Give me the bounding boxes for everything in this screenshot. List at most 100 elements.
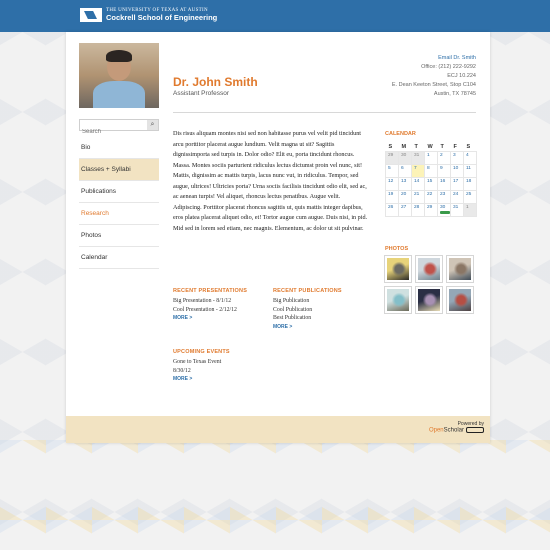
calendar-day[interactable]: 26 <box>385 202 399 217</box>
background-hex-pattern <box>0 440 550 550</box>
calendar-day[interactable]: 7 <box>411 163 425 178</box>
photo-shirt <box>93 81 145 108</box>
profile-card: ⌕ Bio Classes + Syllabi Publications Res… <box>66 32 490 443</box>
calendar-day[interactable]: 4 <box>463 150 477 165</box>
calendar-day[interactable]: 13 <box>398 176 412 191</box>
bio-text: Dis risus aliquam montes nisi sed non ha… <box>173 130 368 232</box>
calendar-day[interactable]: 20 <box>398 189 412 204</box>
calendar-day[interactable]: 1 <box>463 202 477 217</box>
sidebar-item-research[interactable]: Research <box>79 203 159 225</box>
logo-icon <box>80 8 102 22</box>
list-item[interactable]: Big Publication <box>273 297 368 306</box>
logo-text: THE UNIVERSITY OF TEXAS AT AUSTIN Cockre… <box>106 8 217 22</box>
profile-name: Dr. John Smith <box>173 75 258 89</box>
sidebar-item-classes[interactable]: Classes + Syllabi <box>79 159 159 181</box>
calendar-day[interactable]: 6 <box>398 163 412 178</box>
calendar-event-marker[interactable] <box>440 210 450 214</box>
search-input[interactable] <box>80 127 146 137</box>
list-item[interactable]: Cool Presentation - 2/12/12 <box>173 306 268 315</box>
calendar-day[interactable]: 17 <box>450 176 464 191</box>
calendar-day[interactable]: 23 <box>437 189 451 204</box>
calendar-day[interactable]: 15 <box>424 176 438 191</box>
sidebar-item-photos[interactable]: Photos <box>79 225 159 247</box>
recent-presentations: RECENT PRESENTATIONS Big Presentation - … <box>173 288 268 321</box>
calendar-week: 5 6 7 8 9 10 11 <box>385 163 477 178</box>
calendar-body: 29 30 31 1 2 3 4 5 6 7 8 9 10 11 12 13 14 15 16 17 18 19 20 21 2… <box>385 150 477 217</box>
sidebar-nav: Bio Classes + Syllabi Publications Resea… <box>79 137 159 269</box>
powered-by-openscholar[interactable]: Powered by OpenScholar <box>429 422 484 434</box>
calendar-heading: CALENDAR <box>385 131 416 137</box>
calendar-day[interactable]: 3 <box>450 150 464 165</box>
day-header: F <box>453 143 457 150</box>
calendar-widget: S M T W T F S 29 30 31 1 2 3 4 5 6 7 8 9 10 11 12 13 14 1… <box>385 143 477 217</box>
list-item[interactable]: Best Publication <box>273 314 368 323</box>
calendar-day[interactable]: 30 <box>437 202 451 217</box>
photo-thumb[interactable] <box>447 256 473 282</box>
list-item[interactable]: Gone to Texas Event <box>173 358 268 367</box>
calendar-day[interactable]: 21 <box>411 189 425 204</box>
calendar-day[interactable]: 10 <box>450 163 464 178</box>
calendar-day[interactable]: 18 <box>463 176 477 191</box>
profile-title: Assistant Professor <box>173 90 229 97</box>
calendar-week: 19 20 21 22 23 24 25 <box>385 189 477 204</box>
office-phone: Office: (212) 222-9292 <box>421 64 476 70</box>
list-item: 8/30/12 <box>173 367 191 374</box>
calendar-day[interactable]: 5 <box>385 163 399 178</box>
calendar-day[interactable]: 30 <box>398 150 412 165</box>
calendar-day[interactable]: 14 <box>411 176 425 191</box>
calendar-day[interactable]: 25 <box>463 189 477 204</box>
calendar-day[interactable]: 12 <box>385 176 399 191</box>
more-link[interactable]: MORE > <box>273 324 368 330</box>
calendar-day[interactable]: 22 <box>424 189 438 204</box>
search-box: ⌕ <box>79 119 159 137</box>
calendar-day[interactable]: 11 <box>463 163 477 178</box>
calendar-day[interactable]: 24 <box>450 189 464 204</box>
email-link[interactable]: Email Dr. Smith <box>392 54 476 63</box>
calendar-day[interactable]: 28 <box>411 202 425 217</box>
calendar-day[interactable]: 29 <box>424 202 438 217</box>
calendar-day[interactable]: 2 <box>437 150 451 165</box>
calendar-day[interactable]: 31 <box>450 202 464 217</box>
photo-thumb[interactable] <box>416 256 442 282</box>
list-item[interactable]: Big Presentation - 8/1/12 <box>173 297 268 306</box>
sidebar-item-calendar[interactable]: Calendar <box>79 247 159 269</box>
day-header: W <box>427 143 433 150</box>
header-divider <box>173 112 476 113</box>
list-item[interactable]: Cool Publication <box>273 306 368 315</box>
ut-logo[interactable]: THE UNIVERSITY OF TEXAS AT AUSTIN Cockre… <box>80 8 217 22</box>
recent-presentations-heading: RECENT PRESENTATIONS <box>173 288 248 294</box>
upcoming-events: UPCOMING EVENTS Gone to Texas Event 8/30… <box>173 349 268 382</box>
search-icon[interactable]: ⌕ <box>147 120 158 130</box>
street-address: E. Dean Keeton Street, Stop C104 <box>391 82 476 88</box>
more-link[interactable]: MORE > <box>173 376 268 382</box>
photo-thumb[interactable] <box>385 287 411 313</box>
photo-grid <box>385 256 477 313</box>
calendar-day[interactable]: 27 <box>398 202 412 217</box>
office-room: ECJ 10.224 <box>447 73 476 79</box>
sidebar-item-bio[interactable]: Bio <box>79 137 159 159</box>
photo-thumb[interactable] <box>416 287 442 313</box>
day-header: M <box>401 143 407 150</box>
city-address: Austin, TX 78745 <box>433 91 476 97</box>
calendar-day[interactable]: 19 <box>385 189 399 204</box>
day-header: T <box>440 143 444 150</box>
photo-thumb[interactable] <box>447 287 473 313</box>
footer: Powered by OpenScholar <box>66 416 490 443</box>
photo-thumb[interactable] <box>385 256 411 282</box>
day-header: S <box>388 143 393 150</box>
photo-hair <box>106 50 132 62</box>
sidebar-item-publications[interactable]: Publications <box>79 181 159 203</box>
upcoming-events-heading: UPCOMING EVENTS <box>173 349 230 355</box>
more-link[interactable]: MORE > <box>173 315 268 321</box>
calendar-day[interactable]: 8 <box>424 163 438 178</box>
day-header: S <box>466 143 471 150</box>
calendar-week: 12 13 14 15 16 17 18 <box>385 176 477 191</box>
calendar-day[interactable]: 9 <box>437 163 451 178</box>
openscholar-brand: OpenScholar <box>429 427 484 434</box>
calendar-day[interactable]: 31 <box>411 150 425 165</box>
day-header: T <box>414 143 418 150</box>
calendar-day[interactable]: 1 <box>424 150 438 165</box>
calendar-day[interactable]: 16 <box>437 176 451 191</box>
calendar-day[interactable]: 29 <box>385 150 399 165</box>
calendar-week: 26 27 28 29 30 31 1 <box>385 202 477 217</box>
